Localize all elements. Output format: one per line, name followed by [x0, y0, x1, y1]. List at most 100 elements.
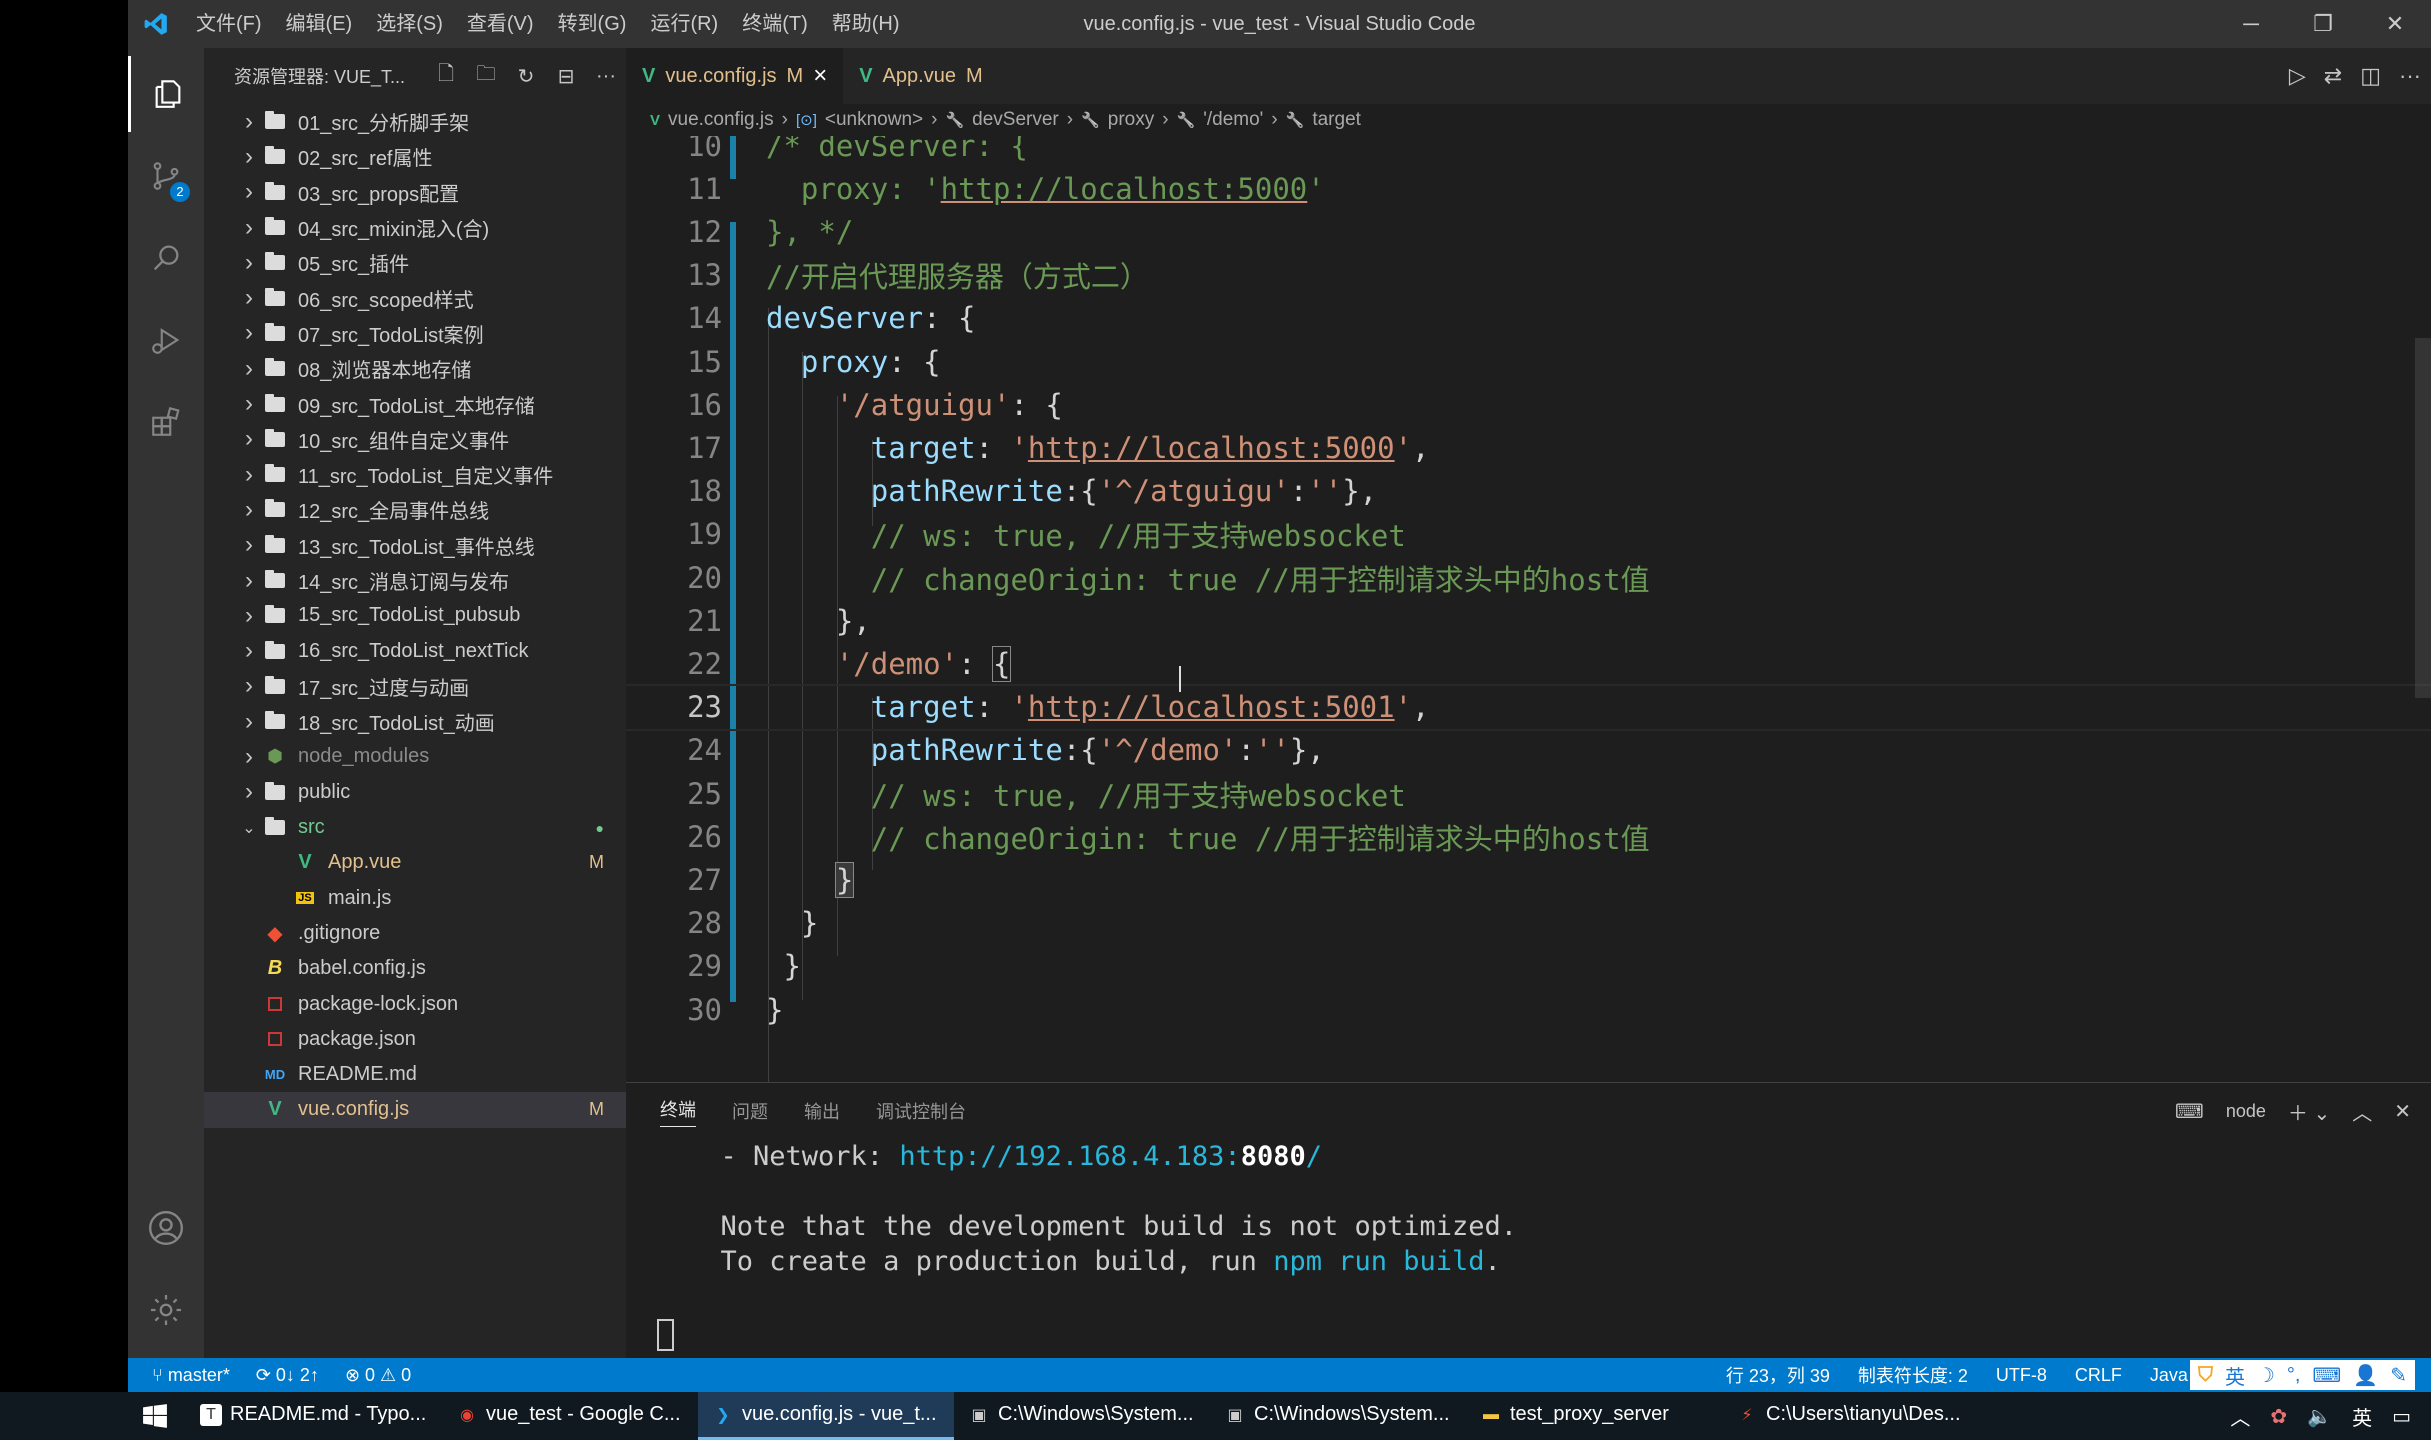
taskbar-item[interactable]: ▣ C:\Windows\System... [954, 1392, 1210, 1440]
taskbar-item[interactable]: ▬ test_proxy_server [1466, 1392, 1722, 1440]
maximize-panel-icon[interactable]: ︿ [2352, 1097, 2372, 1126]
tree-item[interactable]: › 08_浏览器本地存储 [204, 351, 626, 386]
panel-tab[interactable]: 输出 [804, 1098, 840, 1124]
panel-tab[interactable]: 终端 [660, 1096, 696, 1127]
taskbar-item[interactable]: ▣ C:\Windows\System... [1210, 1392, 1466, 1440]
breadcrumb-item[interactable]: vue.config.js [668, 109, 774, 131]
tree-item[interactable]: › 02_src_ref属性 [204, 139, 626, 174]
breadcrumb-item[interactable]: devServer [972, 109, 1059, 131]
menu-item[interactable]: 转到(G) [546, 0, 639, 48]
tree-item[interactable]: › 11_src_TodoList_自定义事件 [204, 457, 626, 492]
tree-item[interactable]: JS main.js [204, 881, 626, 916]
tree-item[interactable]: › 01_src_分析脚手架 [204, 104, 626, 139]
tree-item[interactable]: Bbabel.config.js [204, 951, 626, 986]
notification-icon[interactable]: ▭ [2392, 1404, 2411, 1429]
line-ending[interactable]: CRLF [2075, 1365, 2122, 1386]
terminal-output[interactable]: - Network: http://192.168.4.183:8080/ No… [688, 1139, 1518, 1279]
tree-item[interactable]: package-lock.json [204, 986, 626, 1021]
collapse-all-icon[interactable]: ⊟ [546, 64, 586, 89]
tree-item[interactable]: › 05_src_插件 [204, 245, 626, 280]
taskbar-item[interactable]: ❯ vue.config.js - vue_t... [698, 1392, 954, 1440]
minimize-icon[interactable]: ─ [2215, 0, 2287, 48]
problems-status[interactable]: ⊗ 0 ⚠ 0 [345, 1365, 411, 1386]
tree-item[interactable]: Vvue.config.js M [204, 1092, 626, 1128]
tree-item[interactable]: › 13_src_TodoList_事件总线 [204, 528, 626, 563]
breadcrumb-item[interactable]: '/demo' [1203, 109, 1263, 131]
tree-item[interactable]: › 10_src_组件自定义事件 [204, 422, 626, 457]
taskbar-item[interactable]: T README.md - Typo... [186, 1392, 442, 1440]
restore-icon[interactable]: ❐ [2287, 0, 2359, 48]
tree-item[interactable]: › 17_src_过度与动画 [204, 669, 626, 704]
tree-item[interactable]: › 16_src_TodoList_nextTick [204, 633, 626, 668]
more-actions-icon[interactable]: ··· [586, 65, 626, 88]
menu-item[interactable]: 终端(T) [730, 0, 820, 48]
refresh-icon[interactable]: ↻ [506, 64, 546, 89]
windows-start-icon[interactable] [124, 1392, 186, 1440]
taskbar-item[interactable]: ⚡ C:\Users\tianyu\Des... [1722, 1392, 1978, 1440]
volume-icon[interactable]: 🔈 [2307, 1404, 2332, 1429]
tree-item[interactable]: V App.vue M [204, 845, 626, 880]
close-tab-icon[interactable]: × [813, 62, 827, 90]
panel-tab[interactable]: 问题 [732, 1098, 768, 1124]
code-editor[interactable]: 10 /* devServer: {11 proxy: 'http://local… [626, 136, 2431, 1126]
tree-item[interactable]: › 03_src_props配置 [204, 175, 626, 210]
tree-item[interactable]: MD README.md [204, 1057, 626, 1092]
menu-item[interactable]: 帮助(H) [820, 0, 912, 48]
more-actions-icon[interactable]: ··· [2399, 63, 2421, 89]
tree-item[interactable]: › public [204, 775, 626, 810]
menu-item[interactable]: 查看(V) [455, 0, 546, 48]
run-debug-icon[interactable] [128, 302, 204, 378]
tray-app-icon[interactable]: ✿ [2270, 1404, 2287, 1429]
tray-expand-icon[interactable]: ︿ [2230, 1402, 2250, 1431]
terminal-name[interactable]: node [2226, 1101, 2266, 1122]
menu-item[interactable]: 运行(R) [638, 0, 730, 48]
vue-file-icon: V [298, 851, 312, 874]
encoding[interactable]: UTF-8 [1996, 1365, 2047, 1386]
sync-status[interactable]: ⟳ 0↓ 2↑ [256, 1365, 319, 1386]
tree-item[interactable]: › 04_src_mixin混入(合) [204, 210, 626, 245]
breadcrumb-item[interactable]: <unknown> [825, 109, 923, 131]
menu-item[interactable]: 编辑(E) [274, 0, 365, 48]
tree-item[interactable]: package.json [204, 1022, 626, 1057]
new-folder-icon[interactable]: 🗀 [466, 59, 506, 93]
network-url[interactable]: http://192.168.4.183: [899, 1141, 1240, 1172]
cursor-position[interactable]: 行 23，列 39 [1726, 1362, 1830, 1388]
tree-item[interactable]: › 14_src_消息订阅与发布 [204, 563, 626, 598]
tree-item[interactable]: › 15_src_TodoList_pubsub [204, 598, 626, 633]
tab-app-vue[interactable]: V App.vue M [843, 48, 998, 104]
panel-tab[interactable]: 调试控制台 [876, 1098, 966, 1124]
compare-changes-icon[interactable]: ⇄ [2324, 63, 2342, 89]
tree-item[interactable]: › 09_src_TodoList_本地存储 [204, 386, 626, 421]
tree-item[interactable]: ◆ .gitignore [204, 916, 626, 951]
taskbar-item[interactable]: ◉ vue_test - Google C... [442, 1392, 698, 1440]
run-icon[interactable]: ▷ [2289, 63, 2306, 89]
tray-language[interactable]: 英 [2352, 1402, 2372, 1431]
tree-item[interactable]: › 12_src_全局事件总线 [204, 492, 626, 527]
tree-item[interactable]: › 18_src_TodoList_动画 [204, 704, 626, 739]
extensions-icon[interactable] [128, 384, 204, 460]
menu-item[interactable]: 选择(S) [364, 0, 455, 48]
git-branch[interactable]: ⑂ master* [152, 1365, 230, 1386]
tab-vue-config[interactable]: V vue.config.js M × [626, 48, 844, 104]
split-editor-icon[interactable]: ◫ [2360, 63, 2381, 89]
new-terminal-icon[interactable]: ＋ ⌄ [2288, 1097, 2330, 1126]
breadcrumb-item[interactable]: proxy [1108, 109, 1154, 131]
tree-item[interactable]: › 07_src_TodoList案例 [204, 316, 626, 351]
tree-item[interactable]: › 06_src_scoped样式 [204, 280, 626, 315]
settings-gear-icon[interactable] [128, 1272, 204, 1348]
menu-item[interactable]: 文件(F) [184, 0, 274, 48]
tab-size[interactable]: 制表符长度: 2 [1858, 1362, 1968, 1388]
tree-item[interactable]: ⌄ src ● [204, 810, 626, 845]
ime-toolbar[interactable]: ⛉ 英 ☽ °, ⌨ 👤 ✎ [2189, 1360, 2415, 1390]
tree-item[interactable]: › ⬢ node_modules [204, 739, 626, 774]
source-control-icon[interactable]: 2 [128, 138, 204, 214]
search-icon[interactable] [128, 220, 204, 296]
close-window-icon[interactable]: ✕ [2359, 0, 2431, 48]
editor-scrollbar[interactable] [2415, 338, 2431, 698]
language-mode[interactable]: Java [2150, 1365, 2188, 1386]
account-icon[interactable] [128, 1190, 204, 1266]
explorer-icon[interactable] [128, 56, 204, 132]
close-panel-icon[interactable]: ✕ [2394, 1099, 2411, 1124]
new-file-icon[interactable]: 🗋 [426, 59, 466, 93]
breadcrumb-item[interactable]: target [1312, 109, 1361, 131]
